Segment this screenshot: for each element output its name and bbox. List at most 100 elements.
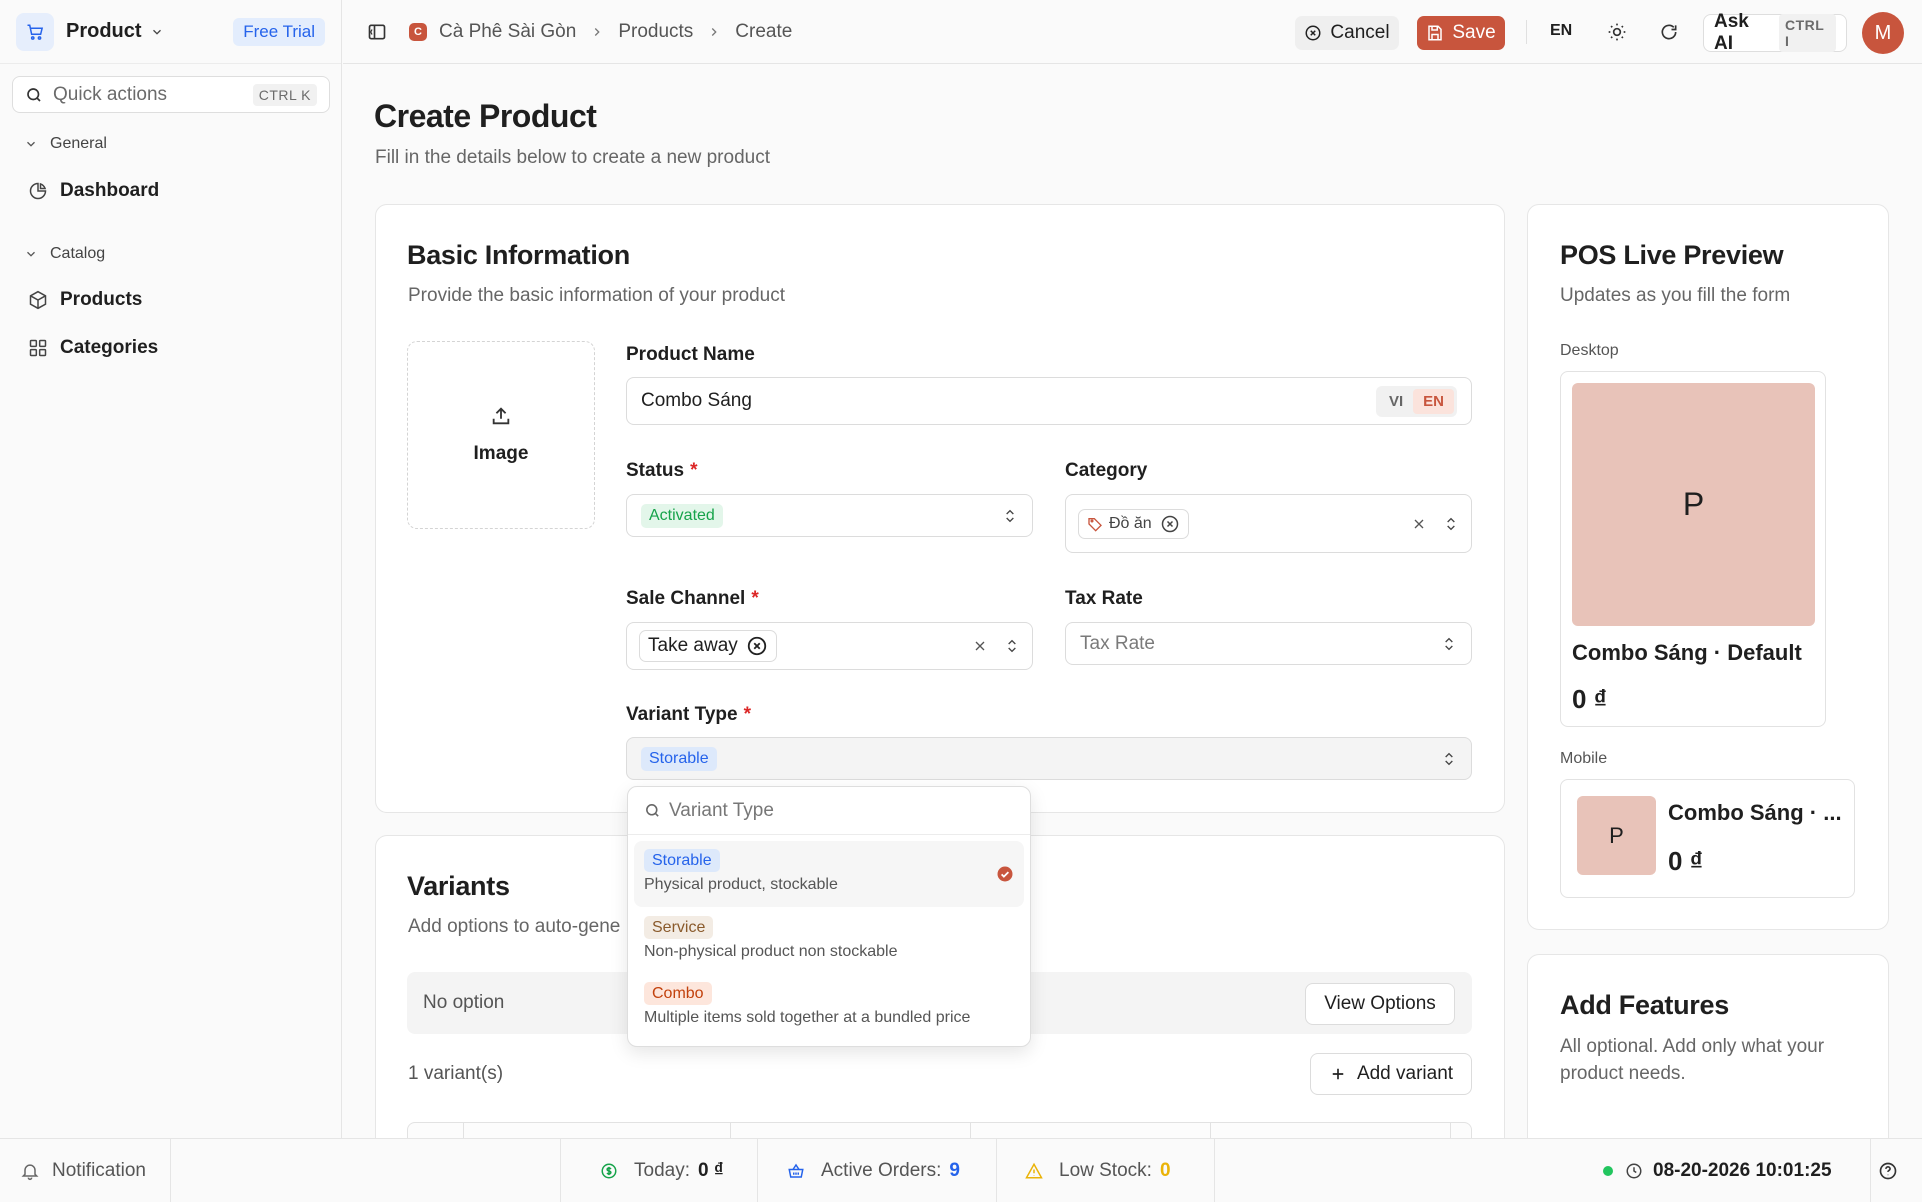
cart-icon <box>16 12 54 51</box>
lang-vi-toggle[interactable]: VI <box>1379 389 1413 414</box>
option-description: Multiple items sold together at a bundle… <box>644 1009 971 1026</box>
chevron-right-icon <box>595 27 600 36</box>
section-general[interactable]: General <box>24 135 107 153</box>
variant-type-select[interactable]: Storable <box>626 737 1472 780</box>
free-trial-badge[interactable]: Free Trial <box>233 17 325 46</box>
preview-placeholder-image: P <box>1572 383 1815 626</box>
option-badge: Storable <box>644 849 720 872</box>
chevron-down-icon <box>27 141 35 147</box>
check-circle-icon <box>997 866 1013 882</box>
option-description: Physical product, stockable <box>644 876 838 893</box>
product-name-field[interactable]: Combo Sáng VI EN <box>626 377 1472 425</box>
refresh-button[interactable] <box>1659 22 1679 42</box>
divider <box>757 1139 758 1202</box>
desktop-preview: P Combo Sáng · Default 0 ₫ <box>1560 371 1826 727</box>
pos-preview-title: POS Live Preview <box>1560 240 1784 270</box>
app-name: Product <box>66 20 142 42</box>
product-name-value: Combo Sáng <box>641 390 752 411</box>
lang-en-toggle[interactable]: EN <box>1413 388 1454 414</box>
chevron-down-icon <box>27 251 35 257</box>
basket-icon <box>788 1163 804 1178</box>
breadcrumb-store[interactable]: Cà Phê Sài Gòn <box>439 21 576 43</box>
cancel-button[interactable]: Cancel <box>1295 16 1399 50</box>
status-select[interactable]: Activated <box>626 494 1033 537</box>
sidebar-item-products[interactable]: Products <box>28 289 142 311</box>
status-label: Status * <box>626 460 697 482</box>
sidebar-item-dashboard[interactable]: Dashboard <box>28 180 159 202</box>
preview-price: 0 ₫ <box>1572 684 1608 714</box>
close-circle-icon <box>1305 25 1321 41</box>
breadcrumb-create: Create <box>735 20 793 42</box>
preview-placeholder-image: P <box>1577 796 1656 875</box>
variant-type-search[interactable]: Variant Type <box>628 787 1030 835</box>
theme-toggle[interactable] <box>1607 22 1627 42</box>
preview-price: 0 ₫ <box>1668 846 1704 876</box>
view-options-button[interactable]: View Options <box>1305 983 1455 1025</box>
chevron-updown-icon <box>1008 639 1016 653</box>
divider <box>1450 1123 1451 1139</box>
divider <box>463 1123 464 1139</box>
divider <box>170 1139 171 1202</box>
breadcrumb-products[interactable]: Products <box>618 21 693 43</box>
box-icon <box>29 290 47 310</box>
option-service[interactable]: Service Non-physical product non stockab… <box>634 908 1024 974</box>
pie-chart-icon <box>29 182 47 200</box>
chevron-updown-icon <box>1445 637 1453 650</box>
avatar[interactable]: M <box>1862 12 1904 54</box>
variant-type-label: Variant Type * <box>626 704 751 726</box>
tax-rate-select[interactable]: Tax Rate <box>1065 622 1472 665</box>
status-badge: Activated <box>641 503 723 528</box>
sun-icon <box>1608 23 1626 41</box>
mobile-label: Mobile <box>1560 750 1608 767</box>
active-orders-label: Active Orders: <box>821 1160 942 1181</box>
basic-info-subtitle: Provide the basic information of your pr… <box>408 285 786 306</box>
sidebar-item-categories[interactable]: Categories <box>28 337 158 359</box>
add-features-subtitle: All optional. Add only what your product… <box>1560 1036 1825 1084</box>
add-variant-button[interactable]: Add variant <box>1310 1053 1472 1095</box>
quick-actions-search[interactable]: Quick actions CTRL K <box>12 76 330 113</box>
online-indicator <box>1603 1166 1613 1176</box>
language-switcher[interactable]: EN <box>1550 22 1572 40</box>
add-features-title: Add Features <box>1560 990 1729 1020</box>
divider <box>560 1139 561 1202</box>
ask-ai-shortcut: CTRL I <box>1778 14 1836 52</box>
today-revenue: Today: 0 ₫ <box>600 1139 724 1202</box>
low-stock-label: Low Stock: <box>1059 1160 1152 1181</box>
category-tag: Đồ ăn <box>1078 508 1189 539</box>
chevron-updown-icon <box>1445 752 1453 765</box>
clear-icon[interactable] <box>972 638 988 654</box>
warning-icon <box>1025 1162 1043 1179</box>
divider <box>970 1123 971 1139</box>
category-select[interactable]: Đồ ăn <box>1065 494 1472 553</box>
sidebar-toggle-icon[interactable] <box>367 22 387 42</box>
required-marker: * <box>751 588 759 609</box>
remove-tag-icon[interactable] <box>1160 514 1180 534</box>
chevron-updown-icon <box>1006 509 1014 522</box>
desktop-label: Desktop <box>1560 342 1619 359</box>
save-label: Save <box>1452 22 1496 43</box>
ask-ai-button[interactable]: Ask AI CTRL I <box>1703 11 1847 54</box>
preview-product-name: Combo Sáng · ... <box>1668 800 1842 825</box>
option-badge: Service <box>644 916 714 939</box>
sale-channel-tag-label: Take away <box>648 635 738 656</box>
remove-tag-icon[interactable] <box>746 635 768 657</box>
notification-button[interactable]: Notification <box>20 1139 146 1202</box>
sidebar-item-label: Products <box>60 289 143 310</box>
divider <box>1870 1139 1871 1202</box>
option-combo[interactable]: Combo Multiple items sold together at a … <box>634 974 1024 1040</box>
low-stock: Low Stock: 0 <box>1025 1139 1171 1202</box>
sidebar: Product Free Trial Quick actions CTRL K … <box>0 0 342 1138</box>
divider <box>1214 1139 1215 1202</box>
today-value: 0 ₫ <box>697 1160 724 1181</box>
app-switcher[interactable]: Product Free Trial <box>0 0 341 64</box>
help-button[interactable] <box>1878 1139 1898 1202</box>
sidebar-item-label: Categories <box>60 337 159 358</box>
image-upload[interactable]: Image <box>407 341 595 529</box>
section-catalog[interactable]: Catalog <box>24 245 105 263</box>
divider <box>1210 1123 1211 1139</box>
save-button[interactable]: Save <box>1417 16 1505 50</box>
variant-type-dropdown: Variant Type Storable Physical product, … <box>627 786 1031 1047</box>
sale-channel-select[interactable]: Take away <box>626 622 1033 670</box>
clear-icon[interactable] <box>1411 516 1427 532</box>
option-storable[interactable]: Storable Physical product, stockable <box>634 841 1024 907</box>
